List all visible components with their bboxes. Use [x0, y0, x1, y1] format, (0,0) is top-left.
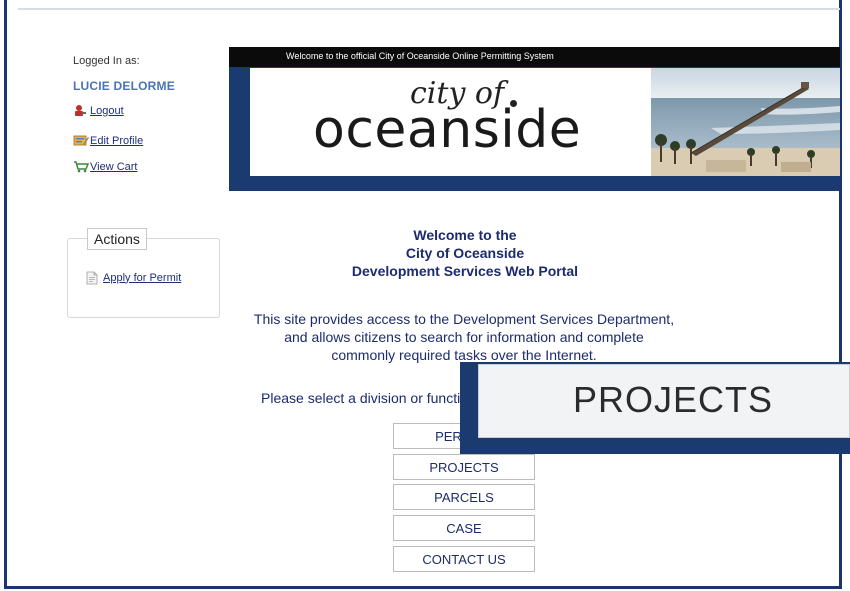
zoom-callout-label: PROJECTS	[572, 379, 774, 420]
logout-icon	[73, 104, 87, 117]
view-cart-link[interactable]: View Cart	[73, 160, 137, 173]
logged-in-label: Logged In as:	[73, 55, 140, 67]
contact-us-button[interactable]: CONTACT US	[393, 546, 535, 572]
banner-welcome-text: Welcome to the official City of Oceansid…	[286, 51, 554, 61]
cart-icon	[73, 160, 90, 173]
welcome-heading: Welcome to the City of Oceanside Develop…	[300, 226, 630, 280]
site-description: This site provides access to the Develop…	[229, 310, 699, 364]
description-line-1: This site provides access to the Develop…	[253, 311, 675, 327]
welcome-line-2: City of Oceanside	[405, 245, 525, 261]
apply-for-permit-link[interactable]: Apply for Permit	[86, 271, 182, 285]
view-cart-label: View Cart	[90, 160, 138, 173]
document-icon	[86, 271, 100, 285]
welcome-line-3: Development Services Web Portal	[351, 263, 579, 279]
welcome-line-1: Welcome to the	[413, 227, 517, 243]
edit-profile-label: Edit Profile	[90, 134, 144, 147]
edit-profile-icon	[73, 134, 89, 147]
frame-inner-divider	[18, 8, 840, 10]
edit-profile-link[interactable]: Edit Profile	[73, 134, 143, 147]
case-button[interactable]: CASE	[393, 515, 535, 541]
description-line-2: and allows citizens to search for inform…	[284, 329, 644, 345]
actions-title: Actions	[87, 228, 147, 250]
projects-button[interactable]: PROJECTS	[393, 454, 535, 480]
user-name: LUCIE DELORME	[73, 79, 175, 93]
apply-for-permit-label: Apply for Permit	[103, 271, 182, 284]
select-prompt: Please select a division or function:	[261, 390, 480, 406]
logout-label: Logout	[90, 104, 124, 117]
parcels-button[interactable]: PARCELS	[393, 484, 535, 510]
logout-link[interactable]: Logout	[73, 104, 124, 117]
pier-photo	[651, 68, 840, 176]
logo-oceanside: oceanside	[313, 100, 582, 160]
